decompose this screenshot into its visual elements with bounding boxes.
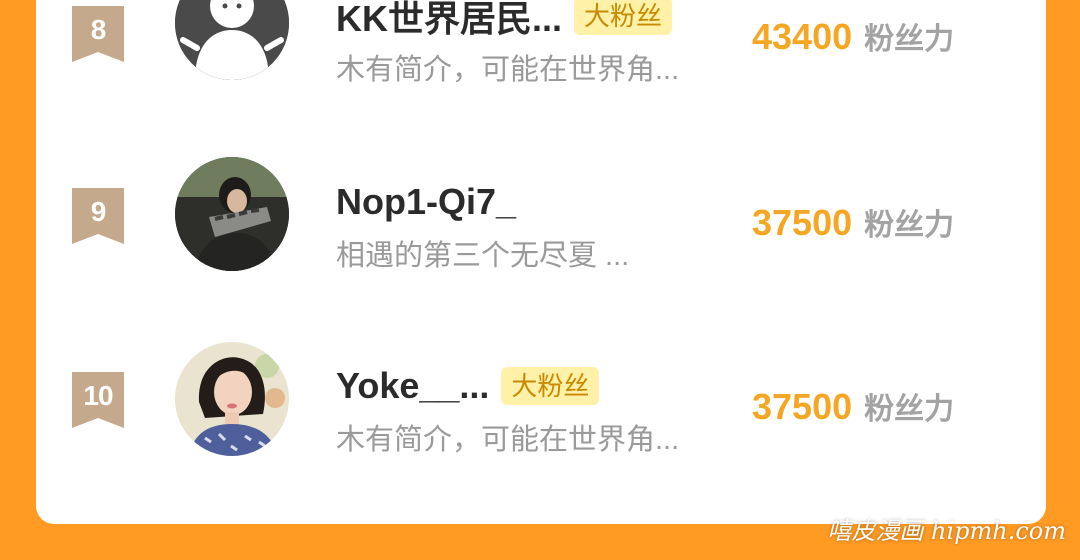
- user-name[interactable]: Yoke__...: [336, 365, 489, 407]
- score-unit: 粉丝力: [864, 209, 955, 242]
- score-unit: 粉丝力: [864, 23, 955, 56]
- rank-badge: 9: [72, 188, 124, 244]
- ranking-card: 8 KK世界居民... 大粉丝 木有简介，可能在世界角... 43400 粉丝力: [36, 0, 1046, 524]
- default-avatar-icon: [175, 0, 289, 80]
- ranking-row-9[interactable]: 9 Nop1-Qi7_ 相遇的第三个无尽夏 ... 37500 粉丝力: [36, 150, 1046, 290]
- user-name[interactable]: Nop1-Qi7_: [336, 181, 516, 223]
- fan-power-score: 37500 粉丝力: [752, 384, 954, 428]
- ranking-row-10[interactable]: 10 Yoke__... 大粉丝 木有简介，可能在世界角... 37500 粉丝…: [36, 340, 1046, 480]
- score-value: 37500: [752, 386, 853, 427]
- user-photo: [175, 342, 289, 456]
- score-unit: 粉丝力: [864, 393, 955, 426]
- user-bio: 木有简介，可能在世界角...: [336, 424, 680, 456]
- big-fan-badge: 大粉丝: [574, 0, 673, 35]
- avatar[interactable]: [175, 342, 289, 456]
- rank-badge: 8: [72, 6, 124, 62]
- avatar[interactable]: [175, 0, 289, 80]
- rank-badge: 10: [72, 372, 124, 428]
- ranking-row-8[interactable]: 8 KK世界居民... 大粉丝 木有简介，可能在世界角... 43400 粉丝力: [36, 0, 1046, 110]
- user-bio: 木有简介，可能在世界角...: [336, 54, 680, 86]
- score-value: 43400: [752, 16, 853, 57]
- fan-power-score: 43400 粉丝力: [752, 14, 954, 58]
- fan-power-score: 37500 粉丝力: [752, 200, 954, 244]
- name-line: KK世界居民... 大粉丝: [336, 0, 673, 39]
- score-value: 37500: [752, 202, 853, 243]
- big-fan-badge: 大粉丝: [501, 367, 600, 405]
- user-bio: 相遇的第三个无尽夏 ...: [336, 240, 630, 272]
- name-line: Yoke__... 大粉丝: [336, 364, 600, 408]
- name-line: Nop1-Qi7_: [336, 180, 516, 224]
- rank-number: 9: [90, 196, 107, 227]
- user-name[interactable]: KK世界居民...: [336, 0, 562, 42]
- user-photo: [175, 157, 289, 271]
- watermark: 嘻皮漫画 hipmh.com: [827, 517, 1066, 545]
- rank-number: 8: [90, 14, 107, 45]
- avatar[interactable]: [175, 157, 289, 271]
- rank-number: 10: [83, 380, 113, 411]
